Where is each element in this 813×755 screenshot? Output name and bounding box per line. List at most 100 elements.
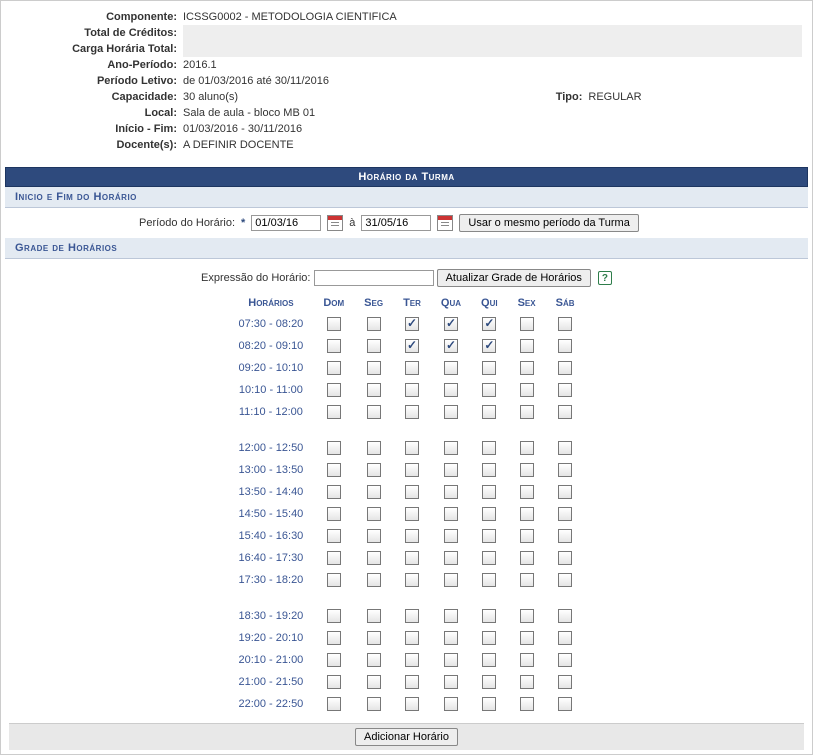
schedule-checkbox[interactable]	[367, 653, 381, 667]
schedule-checkbox[interactable]	[405, 485, 419, 499]
schedule-checkbox[interactable]	[327, 551, 341, 565]
schedule-checkbox[interactable]	[367, 339, 381, 353]
schedule-checkbox[interactable]	[327, 405, 341, 419]
schedule-checkbox[interactable]	[367, 485, 381, 499]
schedule-checkbox[interactable]	[367, 573, 381, 587]
schedule-checkbox[interactable]	[482, 441, 496, 455]
schedule-checkbox[interactable]	[405, 507, 419, 521]
schedule-checkbox[interactable]	[558, 653, 572, 667]
schedule-checkbox[interactable]	[482, 529, 496, 543]
schedule-checkbox[interactable]	[405, 631, 419, 645]
schedule-checkbox[interactable]	[327, 631, 341, 645]
schedule-checkbox[interactable]	[558, 507, 572, 521]
schedule-checkbox[interactable]	[558, 609, 572, 623]
schedule-checkbox[interactable]	[327, 697, 341, 711]
schedule-checkbox[interactable]	[444, 697, 458, 711]
schedule-checkbox[interactable]	[520, 405, 534, 419]
schedule-checkbox[interactable]	[444, 653, 458, 667]
schedule-checkbox[interactable]	[444, 529, 458, 543]
schedule-checkbox[interactable]	[558, 551, 572, 565]
schedule-checkbox[interactable]	[558, 463, 572, 477]
schedule-checkbox[interactable]	[367, 317, 381, 331]
schedule-checkbox[interactable]	[520, 485, 534, 499]
schedule-checkbox[interactable]	[444, 317, 458, 331]
schedule-checkbox[interactable]	[482, 463, 496, 477]
schedule-checkbox[interactable]	[367, 609, 381, 623]
schedule-checkbox[interactable]	[520, 441, 534, 455]
schedule-checkbox[interactable]	[327, 361, 341, 375]
schedule-checkbox[interactable]	[520, 383, 534, 397]
schedule-checkbox[interactable]	[327, 675, 341, 689]
schedule-checkbox[interactable]	[327, 507, 341, 521]
schedule-checkbox[interactable]	[367, 631, 381, 645]
schedule-checkbox[interactable]	[482, 317, 496, 331]
schedule-checkbox[interactable]	[558, 383, 572, 397]
schedule-checkbox[interactable]	[367, 675, 381, 689]
schedule-checkbox[interactable]	[327, 573, 341, 587]
schedule-checkbox[interactable]	[444, 361, 458, 375]
calendar-icon[interactable]	[327, 215, 343, 231]
schedule-checkbox[interactable]	[405, 317, 419, 331]
schedule-checkbox[interactable]	[520, 653, 534, 667]
schedule-checkbox[interactable]	[367, 507, 381, 521]
schedule-checkbox[interactable]	[558, 675, 572, 689]
schedule-checkbox[interactable]	[520, 361, 534, 375]
schedule-checkbox[interactable]	[444, 463, 458, 477]
schedule-checkbox[interactable]	[558, 573, 572, 587]
schedule-checkbox[interactable]	[558, 441, 572, 455]
schedule-checkbox[interactable]	[327, 653, 341, 667]
schedule-checkbox[interactable]	[482, 405, 496, 419]
schedule-checkbox[interactable]	[367, 361, 381, 375]
schedule-checkbox[interactable]	[482, 573, 496, 587]
schedule-checkbox[interactable]	[520, 339, 534, 353]
schedule-checkbox[interactable]	[367, 441, 381, 455]
schedule-checkbox[interactable]	[482, 697, 496, 711]
schedule-checkbox[interactable]	[405, 609, 419, 623]
schedule-checkbox[interactable]	[444, 551, 458, 565]
schedule-checkbox[interactable]	[520, 507, 534, 521]
schedule-checkbox[interactable]	[405, 653, 419, 667]
schedule-checkbox[interactable]	[405, 361, 419, 375]
schedule-checkbox[interactable]	[482, 383, 496, 397]
schedule-checkbox[interactable]	[444, 339, 458, 353]
schedule-checkbox[interactable]	[558, 485, 572, 499]
schedule-checkbox[interactable]	[327, 441, 341, 455]
start-date-input[interactable]	[251, 215, 321, 231]
schedule-checkbox[interactable]	[367, 383, 381, 397]
schedule-checkbox[interactable]	[444, 507, 458, 521]
schedule-checkbox[interactable]	[520, 463, 534, 477]
schedule-checkbox[interactable]	[405, 463, 419, 477]
schedule-checkbox[interactable]	[327, 339, 341, 353]
schedule-checkbox[interactable]	[444, 609, 458, 623]
schedule-checkbox[interactable]	[520, 675, 534, 689]
schedule-checkbox[interactable]	[558, 405, 572, 419]
schedule-checkbox[interactable]	[405, 573, 419, 587]
schedule-checkbox[interactable]	[520, 573, 534, 587]
schedule-checkbox[interactable]	[520, 317, 534, 331]
schedule-checkbox[interactable]	[444, 573, 458, 587]
schedule-checkbox[interactable]	[327, 463, 341, 477]
schedule-checkbox[interactable]	[444, 405, 458, 419]
schedule-checkbox[interactable]	[482, 631, 496, 645]
schedule-checkbox[interactable]	[327, 383, 341, 397]
schedule-checkbox[interactable]	[520, 551, 534, 565]
schedule-checkbox[interactable]	[558, 631, 572, 645]
schedule-checkbox[interactable]	[367, 463, 381, 477]
schedule-checkbox[interactable]	[327, 609, 341, 623]
add-horario-button[interactable]: Adicionar Horário	[355, 728, 458, 746]
schedule-checkbox[interactable]	[520, 631, 534, 645]
schedule-checkbox[interactable]	[520, 697, 534, 711]
schedule-checkbox[interactable]	[405, 339, 419, 353]
schedule-checkbox[interactable]	[444, 631, 458, 645]
schedule-checkbox[interactable]	[482, 675, 496, 689]
schedule-checkbox[interactable]	[405, 529, 419, 543]
schedule-checkbox[interactable]	[482, 339, 496, 353]
use-same-period-button[interactable]: Usar o mesmo período da Turma	[459, 214, 638, 232]
schedule-checkbox[interactable]	[482, 609, 496, 623]
schedule-checkbox[interactable]	[367, 529, 381, 543]
schedule-checkbox[interactable]	[405, 551, 419, 565]
end-date-input[interactable]	[361, 215, 431, 231]
schedule-checkbox[interactable]	[444, 441, 458, 455]
schedule-checkbox[interactable]	[327, 485, 341, 499]
schedule-checkbox[interactable]	[367, 551, 381, 565]
